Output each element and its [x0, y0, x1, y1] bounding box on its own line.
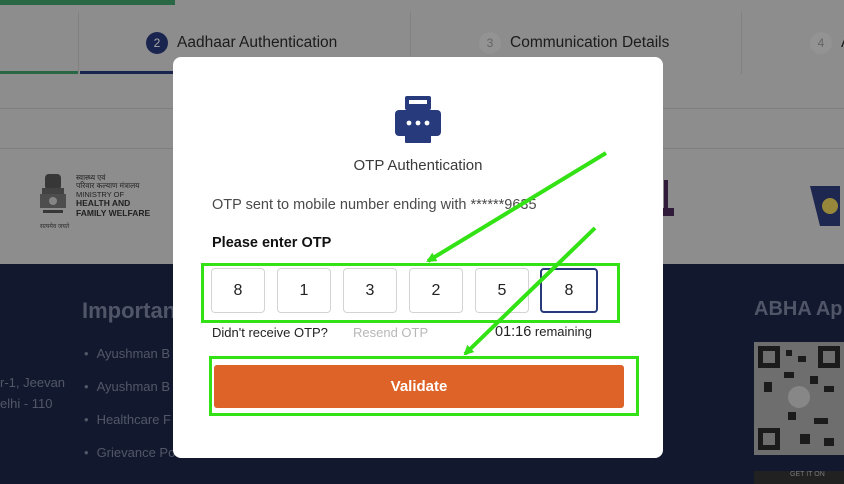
validate-highlight-box [209, 356, 639, 416]
resend-otp-link[interactable]: Resend OTP [353, 325, 428, 340]
otp-timer: 01:16 remaining [495, 324, 592, 340]
otp-input-label: Please enter OTP [212, 235, 332, 251]
printer-icon [395, 96, 441, 143]
modal-title: OTP Authentication [353, 157, 483, 174]
timer-suffix: remaining [534, 324, 593, 339]
didnt-receive-otp-text: Didn't receive OTP? [212, 325, 328, 340]
otp-sent-message: OTP sent to mobile number ending with **… [212, 197, 537, 213]
timer-value: 01:16 [495, 324, 532, 340]
otp-highlight-box [201, 263, 620, 323]
